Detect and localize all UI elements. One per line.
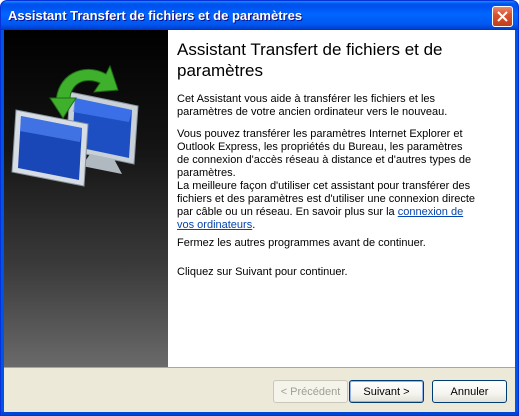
wizard-heading: Assistant Transfert de fichiers et de pa… [177, 40, 443, 80]
settings-paragraph: Vous pouvez transférer les paramètres In… [177, 128, 472, 179]
connection-paragraph: La meilleure façon d'utiliser cet assist… [177, 180, 477, 232]
cancel-button[interactable]: Annuler [432, 380, 507, 403]
button-bar: < Précédent Suivant > Annuler [4, 367, 515, 413]
wizard-window: Assistant Transfert de fichiers et de pa… [0, 0, 519, 416]
next-button[interactable]: Suivant > [349, 380, 424, 403]
wizard-content: Assistant Transfert de fichiers et de pa… [168, 30, 515, 367]
wizard-sidebar [4, 30, 168, 367]
close-icon [497, 11, 508, 22]
close-button[interactable] [492, 6, 513, 27]
back-button[interactable]: < Précédent [273, 380, 348, 403]
title-bar[interactable]: Assistant Transfert de fichiers et de pa… [1, 1, 518, 30]
connection-end: . [252, 219, 256, 231]
close-programs-paragraph: Fermez les autres programmes avant de co… [177, 237, 426, 249]
wizard-client-area: Assistant Transfert de fichiers et de pa… [4, 30, 515, 413]
click-next-paragraph: Cliquez sur Suivant pour continuer. [177, 266, 348, 278]
transfer-computers-icon [11, 64, 139, 187]
intro-paragraph: Cet Assistant vous aide à transférer les… [177, 93, 448, 118]
window-title: Assistant Transfert de fichiers et de pa… [8, 8, 303, 23]
window-border-bottom [1, 412, 518, 415]
